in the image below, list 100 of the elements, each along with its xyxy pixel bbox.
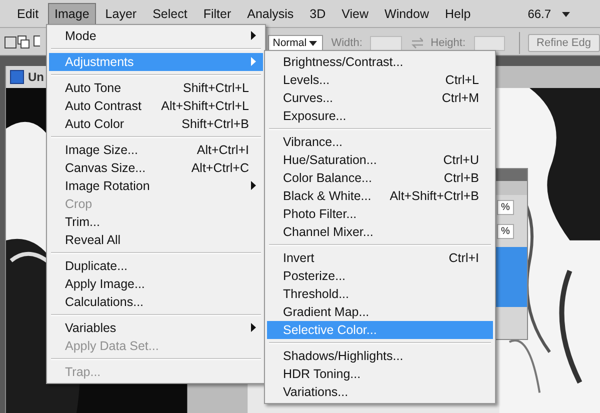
panel-header bbox=[495, 169, 527, 181]
menu-item-label: Hue/Saturation... bbox=[283, 153, 378, 167]
shortcut-label: Ctrl+L bbox=[445, 73, 479, 87]
menu-item[interactable]: Duplicate... bbox=[49, 257, 263, 275]
menu-item-label: Levels... bbox=[283, 73, 331, 87]
menu-item-label: Channel Mixer... bbox=[283, 225, 374, 239]
width-field[interactable] bbox=[370, 36, 402, 50]
menu-item-label: Calculations... bbox=[65, 295, 145, 309]
menu-item[interactable]: Black & White... Alt+Shift+Ctrl+B bbox=[267, 187, 493, 205]
style-dropdown[interactable]: Normal bbox=[268, 34, 324, 52]
menu-item[interactable]: Auto Color Shift+Ctrl+B bbox=[49, 115, 263, 133]
menu-item[interactable]: Shadows/Highlights... bbox=[267, 347, 493, 365]
layer-row[interactable] bbox=[495, 247, 527, 307]
menu-item-label: Trim... bbox=[65, 215, 101, 229]
menu-item-label: Reveal All bbox=[65, 233, 122, 247]
menu-item[interactable]: Mode bbox=[49, 27, 263, 45]
menu-item-label: Variables bbox=[65, 321, 118, 335]
menu-item-label: Brightness/Contrast... bbox=[283, 55, 404, 69]
menu-item-label: Posterize... bbox=[283, 269, 347, 283]
menu-bar-item[interactable]: Layer bbox=[98, 2, 144, 24]
menu-bar-item[interactable]: Edit bbox=[10, 2, 46, 24]
panel-tab-bar bbox=[495, 181, 527, 195]
menu-item[interactable]: Apply Image... bbox=[49, 275, 263, 293]
menu-item-label: Auto Color bbox=[65, 117, 126, 131]
menu-item[interactable]: Posterize... bbox=[267, 267, 493, 285]
zoom-dropdown[interactable]: 66.7 bbox=[522, 6, 578, 22]
menu-item[interactable]: Auto Contrast Alt+Shift+Ctrl+L bbox=[49, 97, 263, 115]
menu-item[interactable]: Auto Tone Shift+Ctrl+L bbox=[49, 79, 263, 97]
menu-bar-item[interactable]: Image bbox=[48, 2, 96, 24]
menu-item[interactable]: Exposure... bbox=[267, 107, 493, 125]
shortcut-label: Ctrl+U bbox=[443, 153, 479, 167]
menu-item[interactable]: HDR Toning... bbox=[267, 365, 493, 383]
menu-bar-item[interactable]: Window bbox=[378, 2, 436, 24]
shortcut-label: Alt+Ctrl+I bbox=[196, 143, 249, 157]
menu-item-label: Apply Data Set... bbox=[65, 339, 160, 353]
menu-item[interactable]: Calculations... bbox=[49, 293, 263, 311]
menu-item-label: Curves... bbox=[283, 91, 334, 105]
menu-item[interactable]: Variables bbox=[49, 319, 263, 337]
caret-icon bbox=[308, 39, 318, 47]
shortcut-label: Ctrl+B bbox=[444, 171, 479, 185]
shortcut-label: Alt+Ctrl+C bbox=[191, 161, 249, 175]
menu-bar-item[interactable]: Select bbox=[146, 2, 194, 24]
refine-edge-button[interactable]: Refine Edg bbox=[528, 34, 600, 52]
menu-item-label: Variations... bbox=[283, 385, 350, 399]
caret-icon bbox=[561, 10, 572, 18]
document-title: Un bbox=[28, 70, 44, 84]
menu-item-label: Crop bbox=[65, 197, 94, 211]
menu-item[interactable]: Levels... Ctrl+L bbox=[267, 71, 493, 89]
menu-item[interactable]: Gradient Map... bbox=[267, 303, 493, 321]
menu-item-label: Image Size... bbox=[65, 143, 139, 157]
menu-item-label: Vibrance... bbox=[283, 135, 344, 149]
shortcut-label: Shift+Ctrl+B bbox=[182, 117, 249, 131]
menu-item-label: Trap... bbox=[65, 365, 102, 379]
menu-item-label: Color Balance... bbox=[283, 171, 373, 185]
menu-item-label: Threshold... bbox=[283, 287, 350, 301]
menu-item[interactable]: Image Rotation bbox=[49, 177, 263, 195]
height-label: Height: bbox=[430, 37, 466, 49]
app-icon bbox=[10, 70, 24, 84]
menu-item-label: Black & White... bbox=[283, 189, 372, 203]
height-field[interactable] bbox=[474, 36, 505, 50]
shortcut-label: Alt+Shift+Ctrl+B bbox=[390, 189, 479, 203]
menu-bar-item[interactable]: 3D bbox=[302, 2, 333, 24]
menu-item-label: HDR Toning... bbox=[283, 367, 362, 381]
menu-item[interactable]: Reveal All bbox=[49, 231, 263, 249]
menu-bar-item[interactable]: Analysis bbox=[240, 2, 301, 24]
menu-item-label: Invert bbox=[283, 251, 316, 265]
menu-item-label: Auto Tone bbox=[65, 81, 122, 95]
swap-icon[interactable] bbox=[410, 37, 423, 49]
fill-field[interactable]: % bbox=[497, 224, 514, 238]
menu-item[interactable]: Variations... bbox=[267, 383, 493, 401]
menu-item[interactable]: Trim... bbox=[49, 213, 263, 231]
menu-item[interactable]: Vibrance... bbox=[267, 133, 493, 151]
shortcut-label: Alt+Shift+Ctrl+L bbox=[161, 99, 249, 113]
menu-item[interactable]: Brightness/Contrast... bbox=[267, 53, 493, 71]
menu-item[interactable]: Threshold... bbox=[267, 285, 493, 303]
menu-item-label: Canvas Size... bbox=[65, 161, 147, 175]
menu-item-label: Gradient Map... bbox=[283, 305, 370, 319]
menu-item-label: Duplicate... bbox=[65, 259, 129, 273]
menu-item-label: Selective Color... bbox=[283, 323, 378, 337]
menu-item[interactable]: Image Size... Alt+Ctrl+I bbox=[49, 141, 263, 159]
style-value: Normal bbox=[272, 37, 307, 49]
shortcut-label: Ctrl+I bbox=[448, 251, 479, 265]
width-label: Width: bbox=[331, 37, 362, 49]
shortcut-label: Shift+Ctrl+L bbox=[182, 81, 249, 95]
menu-item[interactable]: Curves... Ctrl+M bbox=[267, 89, 493, 107]
shortcut-label: Ctrl+M bbox=[442, 91, 479, 105]
menu-item[interactable]: Canvas Size... Alt+Ctrl+C bbox=[49, 159, 263, 177]
menu-bar-item[interactable]: Filter bbox=[196, 2, 238, 24]
menu-item[interactable]: Color Balance... Ctrl+B bbox=[267, 169, 493, 187]
menu-bar-item[interactable]: Help bbox=[438, 2, 478, 24]
menu-item[interactable]: Channel Mixer... bbox=[267, 223, 493, 241]
opacity-field[interactable]: % bbox=[497, 200, 514, 214]
menu-item-label: Photo Filter... bbox=[283, 207, 358, 221]
menu-item[interactable]: Invert Ctrl+I bbox=[267, 249, 493, 267]
menu-item[interactable]: Photo Filter... bbox=[267, 205, 493, 223]
menu-bar-item[interactable]: View bbox=[334, 2, 376, 24]
menu-item[interactable]: Hue/Saturation... Ctrl+U bbox=[267, 151, 493, 169]
menu-item-label: Apply Image... bbox=[65, 277, 146, 291]
menu-item-label: Shadows/Highlights... bbox=[283, 349, 404, 363]
menu-item-label: Image Rotation bbox=[65, 179, 151, 193]
